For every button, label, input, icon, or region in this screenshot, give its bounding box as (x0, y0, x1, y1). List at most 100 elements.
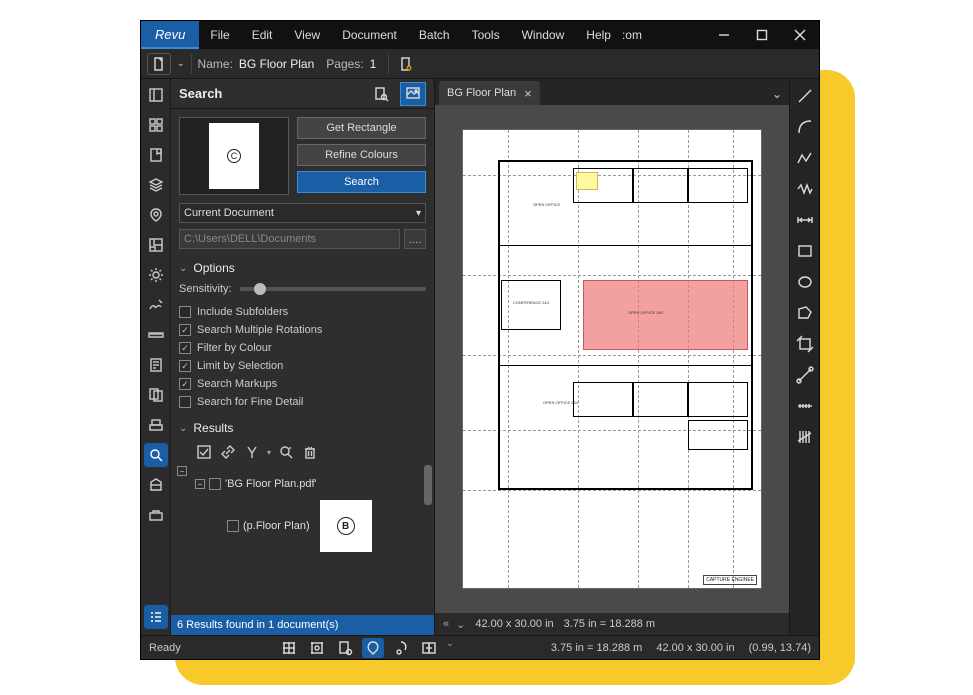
tree-page-label[interactable]: (p.Floor Plan) (243, 520, 310, 532)
result-thumbnail[interactable]: B (320, 500, 372, 552)
tree-file-label[interactable]: 'BG Floor Plan.pdf' (225, 478, 317, 490)
include-subfolders-checkbox[interactable]: Include Subfolders (179, 303, 426, 321)
document-menu-icon[interactable] (147, 53, 171, 75)
window-minimize-button[interactable] (705, 21, 743, 49)
page-scale: 3.75 in = 18.288 m (564, 618, 655, 630)
bar-chevron-icon[interactable]: ⌄ (446, 638, 454, 658)
dropdown-chevron-icon[interactable]: ▾ (267, 448, 271, 457)
document-tab[interactable]: BG Floor Plan × (439, 81, 540, 105)
layers-icon[interactable] (144, 173, 168, 197)
chevron-down-icon: ⌄ (179, 423, 187, 434)
signatures-icon[interactable] (144, 293, 168, 317)
ruler-h-icon[interactable] (794, 395, 816, 417)
sensitivity-slider[interactable] (240, 287, 426, 291)
browse-path-button[interactable]: .... (404, 229, 426, 249)
sync-view-icon[interactable] (418, 638, 440, 658)
limit-selection-checkbox[interactable]: Limit by Selection (179, 357, 426, 375)
spaces-icon[interactable] (144, 233, 168, 257)
line-tool-icon[interactable] (794, 85, 816, 107)
refine-colours-button[interactable]: Refine Colours (297, 144, 426, 166)
dimension-tool-icon[interactable] (794, 209, 816, 231)
polygon-tool-icon[interactable] (794, 302, 816, 324)
apply-count-icon[interactable] (243, 443, 261, 461)
brand-label[interactable]: Revu (141, 21, 199, 49)
thumbnails-icon[interactable] (144, 113, 168, 137)
forms-icon[interactable] (144, 353, 168, 377)
search-scope-dropdown[interactable]: Current Document ▾ (179, 203, 426, 223)
menu-window[interactable]: Window (511, 21, 576, 49)
sets-icon[interactable] (144, 473, 168, 497)
crop-tool-icon[interactable] (794, 333, 816, 355)
hyperlink-icon[interactable] (219, 443, 237, 461)
measure-icon[interactable] (144, 323, 168, 347)
calibrate-tool-icon[interactable] (794, 364, 816, 386)
panel-scrollbar[interactable] (424, 465, 432, 505)
options-title: Options (193, 261, 234, 275)
slider-knob[interactable] (254, 283, 266, 295)
rectangle-tool-icon[interactable] (794, 240, 816, 262)
search-icon[interactable] (144, 443, 168, 467)
window-close-button[interactable] (781, 21, 819, 49)
new-page-button[interactable] (395, 54, 417, 74)
bookmarks-icon[interactable] (144, 143, 168, 167)
filter-colour-label: Filter by Colour (197, 342, 272, 354)
search-markups-checkbox[interactable]: Search Markups (179, 375, 426, 393)
snap-grid-icon[interactable] (306, 638, 328, 658)
menu-view[interactable]: View (283, 21, 331, 49)
multiple-rotations-checkbox[interactable]: Search Multiple Rotations (179, 321, 426, 339)
menu-edit[interactable]: Edit (241, 21, 284, 49)
tree-collapse-icon[interactable]: − (177, 466, 187, 476)
menu-tools[interactable]: Tools (461, 21, 511, 49)
results-status-bar: 6 Results found in 1 document(s) (171, 615, 434, 635)
arc-tool-icon[interactable] (794, 116, 816, 138)
results-section-toggle[interactable]: ⌄ Results (171, 415, 434, 441)
panel-toggle-icon[interactable] (144, 83, 168, 107)
titlebar: Revu File Edit View Document Batch Tools… (141, 21, 819, 49)
scanner-icon[interactable] (144, 413, 168, 437)
snap-markup-icon[interactable] (362, 638, 384, 658)
count-tool-icon[interactable] (794, 426, 816, 448)
multiple-rotations-label: Search Multiple Rotations (197, 324, 322, 336)
search-template-thumbnail[interactable]: C (179, 117, 289, 195)
compare-icon[interactable] (144, 383, 168, 407)
document-viewport[interactable]: OPEN OFFICE CONFERENCE 244 OPEN OFFICE 2… (435, 105, 789, 613)
settings-icon[interactable] (144, 263, 168, 287)
nav-first-icon[interactable]: « (443, 618, 446, 630)
places-icon[interactable] (144, 203, 168, 227)
tab-title: BG Floor Plan (447, 87, 516, 99)
menu-file[interactable]: File (199, 21, 240, 49)
list-panel-icon[interactable] (144, 605, 168, 629)
status-ready: Ready (149, 642, 181, 654)
window-maximize-button[interactable] (743, 21, 781, 49)
search-button[interactable]: Search (297, 171, 426, 193)
highlight-result-icon[interactable] (277, 443, 295, 461)
get-rectangle-button[interactable]: Get Rectangle (297, 117, 426, 139)
polyline-tool-icon[interactable] (794, 147, 816, 169)
fine-detail-checkbox[interactable]: Search for Fine Detail (179, 393, 426, 411)
check-all-icon[interactable] (195, 443, 213, 461)
tab-overflow-icon[interactable]: ⌄ (765, 83, 789, 105)
tree-collapse-icon[interactable]: − (195, 479, 205, 489)
snap-content-icon[interactable] (334, 638, 356, 658)
floor-plan-page: OPEN OFFICE CONFERENCE 244 OPEN OFFICE 2… (462, 129, 762, 589)
text-search-mode-icon[interactable] (368, 82, 394, 106)
menu-help[interactable]: Help (575, 21, 622, 49)
delete-result-icon[interactable] (301, 443, 319, 461)
visual-search-mode-icon[interactable] (400, 82, 426, 106)
status-scale: 3.75 in = 18.288 m (551, 642, 642, 654)
chevron-down-icon[interactable]: ⌄ (456, 618, 465, 631)
chevron-down-icon[interactable]: ⌄ (177, 58, 185, 69)
menu-batch[interactable]: Batch (408, 21, 461, 49)
tab-close-icon[interactable]: × (524, 86, 532, 101)
reuse-tool-icon[interactable] (390, 638, 412, 658)
tree-file-checkbox[interactable] (209, 478, 221, 490)
filter-colour-checkbox[interactable]: Filter by Colour (179, 339, 426, 357)
toolchest-icon[interactable] (144, 503, 168, 527)
zigzag-tool-icon[interactable] (794, 178, 816, 200)
options-section-toggle[interactable]: ⌄ Options (171, 255, 434, 281)
tree-page-checkbox[interactable] (227, 520, 239, 532)
document-tabbar: BG Floor Plan × ⌄ (435, 79, 789, 105)
grid-toggle-icon[interactable] (278, 638, 300, 658)
menu-document[interactable]: Document (331, 21, 408, 49)
ellipse-tool-icon[interactable] (794, 271, 816, 293)
